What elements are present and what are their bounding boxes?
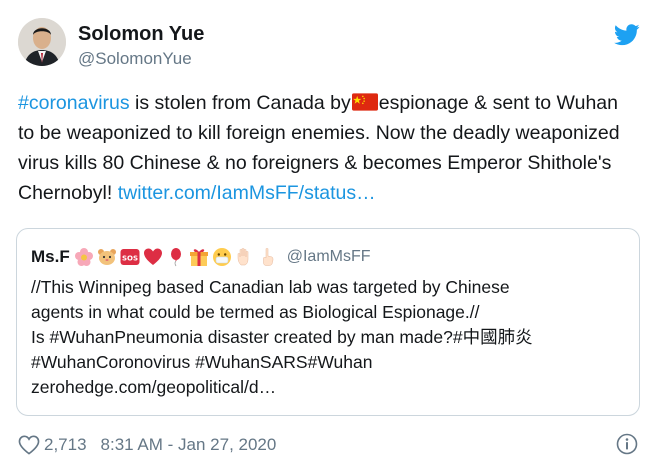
author-handle[interactable]: @SolomonYue <box>78 48 204 70</box>
svg-text:SOS: SOS <box>122 255 138 263</box>
flower-icon <box>74 248 93 266</box>
red-heart-icon <box>143 248 162 265</box>
avatar[interactable] <box>18 18 66 66</box>
hamster-icon <box>97 249 116 265</box>
china-flag-icon <box>351 93 378 111</box>
gift-icon <box>189 249 208 266</box>
pointing-up-icon <box>262 248 273 266</box>
quoted-text-line: #WuhanCoronovirus #WuhanSARS#Wuhan <box>31 352 373 372</box>
status-link[interactable]: twitter.com/IamMsFF/status… <box>118 182 376 204</box>
quoted-text-line: agents in what could be termed as Biolog… <box>31 302 480 322</box>
quoted-text-line: Is #WuhanPneumonia disaster created by m… <box>31 327 533 347</box>
balloon-icon <box>170 248 181 267</box>
quoted-text-link: zerohedge.com/geopolitical/d… <box>31 377 277 397</box>
tweet-text: #coronavirus is stolen from Canada by esp… <box>18 88 638 208</box>
tweet-timestamp[interactable]: 8:31 AM - Jan 27, 2020 <box>101 435 277 455</box>
author-block[interactable]: Solomon Yue @SolomonYue <box>78 22 204 70</box>
raised-hand-icon <box>237 248 248 266</box>
quoted-tweet-text: //This Winnipeg based Canadian lab was t… <box>31 275 627 400</box>
hashtag-link[interactable]: #coronavirus <box>18 92 130 114</box>
info-icon[interactable] <box>616 433 638 455</box>
tweet-card: Solomon Yue @SolomonYue #coronavirus is … <box>0 0 660 468</box>
twitter-bird-icon[interactable] <box>614 24 640 46</box>
quoted-tweet[interactable]: Ms.F SOS @IamMsFF //This Winnipeg based … <box>16 228 640 416</box>
tweet-text-part1: is stolen from Canada by <box>129 92 351 114</box>
heart-outline-icon[interactable] <box>18 435 40 455</box>
like-count[interactable]: 2,713 <box>44 435 87 455</box>
quoted-author-handle[interactable]: @IamMsFF <box>287 248 371 266</box>
author-name[interactable]: Solomon Yue <box>78 22 204 46</box>
quoted-tweet-header: Ms.F SOS @IamMsFF <box>31 245 371 269</box>
quoted-author-name[interactable]: Ms.F <box>31 247 70 267</box>
quoted-text-line: //This Winnipeg based Canadian lab was t… <box>31 277 510 297</box>
sos-icon: SOS <box>120 249 140 265</box>
mask-face-icon <box>212 248 231 266</box>
tweet-footer: 2,713 8:31 AM - Jan 27, 2020 <box>18 432 276 458</box>
